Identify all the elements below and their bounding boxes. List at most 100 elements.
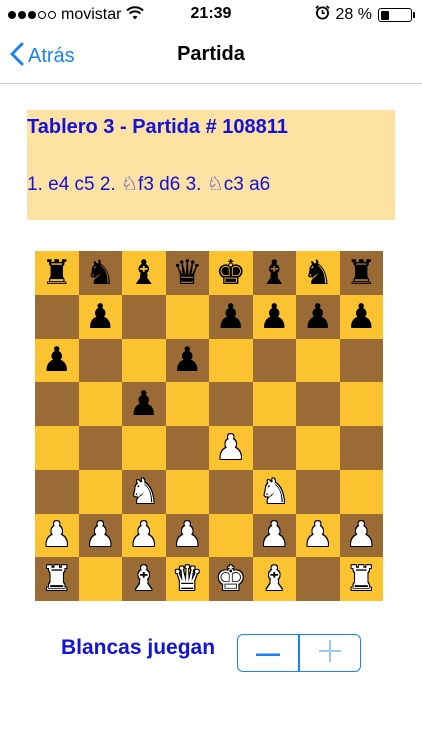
black-pawn-icon[interactable]: ♟ (346, 300, 376, 334)
white-pawn-icon[interactable]: ♟ (216, 431, 246, 465)
white-rook-icon[interactable]: ♜ (346, 562, 376, 596)
black-pawn-icon[interactable]: ♟ (42, 343, 72, 377)
square-c2[interactable]: ♟ (122, 513, 166, 558)
square-b7[interactable]: ♟ (78, 294, 122, 339)
square-h2[interactable]: ♟ (339, 513, 383, 558)
square-h1[interactable]: ♜ (339, 557, 383, 601)
square-c6[interactable] (122, 338, 166, 383)
square-g1[interactable] (296, 557, 340, 601)
square-h3[interactable] (339, 469, 383, 514)
black-pawn-icon[interactable]: ♟ (259, 300, 289, 334)
white-rook-icon[interactable]: ♜ (42, 562, 72, 596)
square-c4[interactable] (122, 426, 166, 470)
square-d4[interactable] (165, 426, 209, 470)
black-knight-icon[interactable]: ♞ (85, 256, 115, 290)
square-b2[interactable]: ♟ (78, 513, 122, 558)
stepper-plus-button[interactable] (300, 635, 360, 671)
white-pawn-icon[interactable]: ♟ (172, 518, 202, 552)
black-knight-icon[interactable]: ♞ (303, 256, 333, 290)
square-b8[interactable]: ♞ (78, 251, 122, 295)
square-a5[interactable] (35, 382, 79, 426)
square-e8[interactable]: ♚ (209, 251, 253, 295)
square-c5[interactable]: ♟ (122, 382, 166, 426)
white-pawn-icon[interactable]: ♟ (303, 518, 333, 552)
white-pawn-icon[interactable]: ♟ (42, 518, 72, 552)
square-d1[interactable]: ♛ (165, 557, 209, 601)
black-king-icon[interactable]: ♚ (216, 256, 246, 290)
square-g6[interactable] (296, 338, 340, 383)
square-g3[interactable] (296, 469, 340, 514)
square-d3[interactable] (165, 469, 209, 514)
square-a2[interactable]: ♟ (35, 513, 79, 558)
square-f3[interactable]: ♞ (252, 469, 296, 514)
square-f4[interactable] (252, 426, 296, 470)
square-h5[interactable] (339, 382, 383, 426)
black-bishop-icon[interactable]: ♝ (259, 256, 289, 290)
square-g8[interactable]: ♞ (296, 251, 340, 295)
square-c3[interactable]: ♞ (122, 469, 166, 514)
white-pawn-icon[interactable]: ♟ (129, 518, 159, 552)
black-rook-icon[interactable]: ♜ (346, 256, 376, 290)
square-g7[interactable]: ♟ (296, 294, 340, 339)
white-knight-icon[interactable]: ♞ (259, 475, 289, 509)
white-pawn-icon[interactable]: ♟ (85, 518, 115, 552)
white-knight-icon[interactable]: ♞ (129, 475, 159, 509)
white-bishop-icon[interactable]: ♝ (129, 562, 159, 596)
white-bishop-icon[interactable]: ♝ (259, 562, 289, 596)
square-f6[interactable] (252, 338, 296, 383)
square-c7[interactable] (122, 294, 166, 339)
square-f1[interactable]: ♝ (252, 557, 296, 601)
square-f2[interactable]: ♟ (252, 513, 296, 558)
square-a7[interactable] (35, 294, 79, 339)
square-g4[interactable] (296, 426, 340, 470)
square-h8[interactable]: ♜ (339, 251, 383, 295)
square-a4[interactable] (35, 426, 79, 470)
black-pawn-icon[interactable]: ♟ (172, 343, 202, 377)
square-f7[interactable]: ♟ (252, 294, 296, 339)
square-d7[interactable] (165, 294, 209, 339)
square-c8[interactable]: ♝ (122, 251, 166, 295)
square-e3[interactable] (209, 469, 253, 514)
square-e5[interactable] (209, 382, 253, 426)
square-h6[interactable] (339, 338, 383, 383)
square-e6[interactable] (209, 338, 253, 383)
black-pawn-icon[interactable]: ♟ (216, 300, 246, 334)
square-d5[interactable] (165, 382, 209, 426)
square-d8[interactable]: ♛ (165, 251, 209, 295)
white-queen-icon[interactable]: ♛ (172, 562, 202, 596)
square-b4[interactable] (78, 426, 122, 470)
square-b5[interactable] (78, 382, 122, 426)
black-rook-icon[interactable]: ♜ (42, 256, 72, 290)
square-a8[interactable]: ♜ (35, 251, 79, 295)
chess-board[interactable]: ♜ ♞ ♝ ♛ ♚ ♝ ♞ ♜ ♟ ♟ ♟ ♟ ♟ ♟ ♟ ♟ ♟ ♞ ♞ ♟ ♟ ♟ ♟ ♟ ♟ ♟ ♜ ♝ ♛ ♚ ♝ ♜ (35, 251, 383, 601)
square-e1[interactable]: ♚ (209, 557, 253, 601)
black-pawn-icon[interactable]: ♟ (85, 300, 115, 334)
stepper-minus-button[interactable] (238, 635, 298, 671)
white-pawn-icon[interactable]: ♟ (346, 518, 376, 552)
square-h4[interactable] (339, 426, 383, 470)
square-g5[interactable] (296, 382, 340, 426)
black-queen-icon[interactable]: ♛ (172, 256, 202, 290)
square-e4[interactable]: ♟ (209, 426, 253, 470)
square-a1[interactable]: ♜ (35, 557, 79, 601)
square-b3[interactable] (78, 469, 122, 514)
black-bishop-icon[interactable]: ♝ (129, 256, 159, 290)
square-e7[interactable]: ♟ (209, 294, 253, 339)
square-b1[interactable] (78, 557, 122, 601)
square-c1[interactable]: ♝ (122, 557, 166, 601)
square-d6[interactable]: ♟ (165, 338, 209, 383)
square-b6[interactable] (78, 338, 122, 383)
square-h7[interactable]: ♟ (339, 294, 383, 339)
white-pawn-icon[interactable]: ♟ (259, 518, 289, 552)
square-a6[interactable]: ♟ (35, 338, 79, 383)
square-g2[interactable]: ♟ (296, 513, 340, 558)
square-f5[interactable] (252, 382, 296, 426)
square-d2[interactable]: ♟ (165, 513, 209, 558)
black-pawn-icon[interactable]: ♟ (303, 300, 333, 334)
move-stepper[interactable] (237, 634, 361, 672)
square-e2[interactable] (209, 513, 253, 558)
black-pawn-icon[interactable]: ♟ (129, 387, 159, 421)
square-f8[interactable]: ♝ (252, 251, 296, 295)
white-king-icon[interactable]: ♚ (216, 562, 246, 596)
square-a3[interactable] (35, 469, 79, 514)
